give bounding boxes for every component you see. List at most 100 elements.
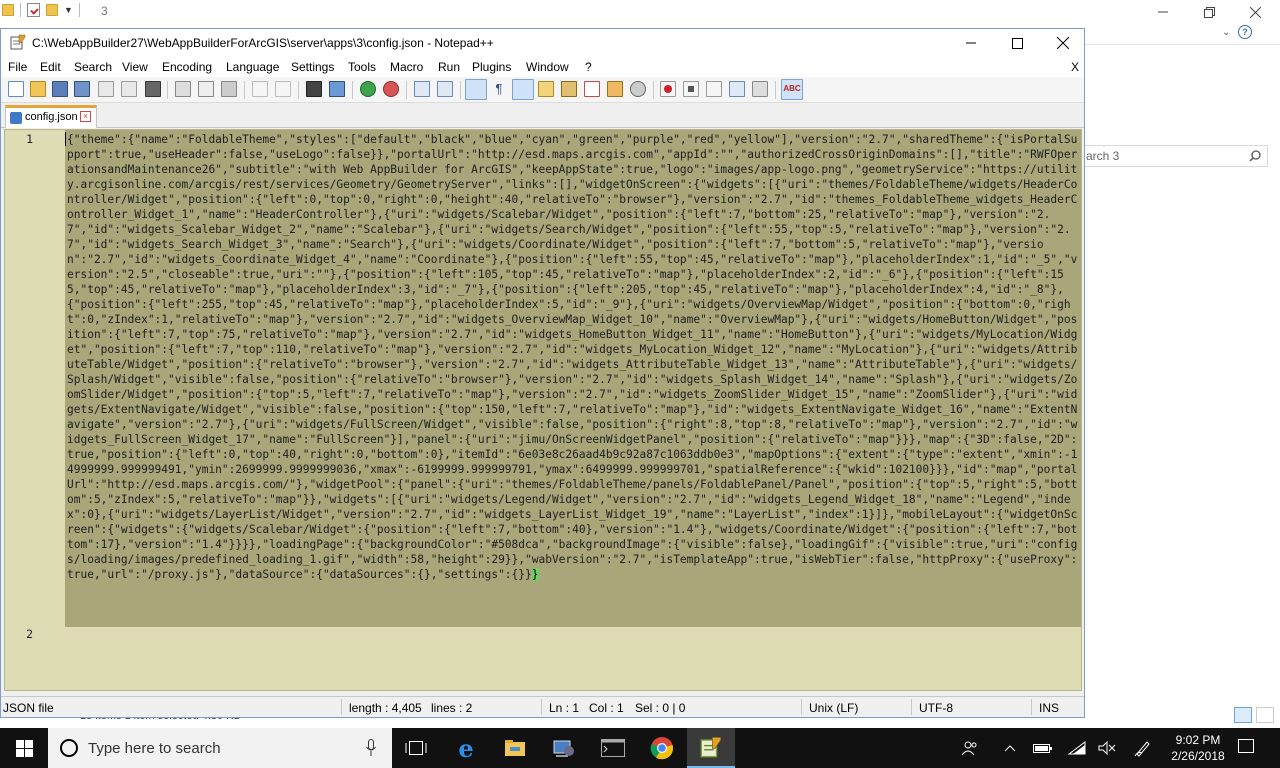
close-button[interactable] <box>1040 29 1086 57</box>
action-center-icon[interactable] <box>1238 739 1254 753</box>
close-all-icon[interactable] <box>121 81 137 97</box>
file-icon <box>10 112 22 124</box>
function-list-icon[interactable] <box>584 81 600 97</box>
menu-edit[interactable]: Edit <box>40 60 61 74</box>
save-icon[interactable] <box>52 81 68 97</box>
tab-config-json[interactable]: config.json × <box>5 105 97 128</box>
menu-plugins[interactable]: Plugins <box>472 60 511 74</box>
folder-icon[interactable] <box>2 4 14 16</box>
code-area[interactable]: {"theme":{"name":"FoldableTheme","styles… <box>65 130 1081 690</box>
zoom-out-icon[interactable] <box>383 81 399 97</box>
show-all-characters-icon[interactable]: ¶ <box>491 81 507 97</box>
menu-encoding[interactable]: Encoding <box>162 60 212 74</box>
close-file-icon[interactable] <box>98 81 114 97</box>
task-view-button[interactable] <box>392 728 440 768</box>
new-file-icon[interactable] <box>8 81 24 97</box>
maximize-icon <box>1011 37 1023 49</box>
help-icon[interactable]: ? <box>1238 25 1252 39</box>
properties-icon[interactable] <box>27 3 40 17</box>
wifi-icon[interactable] <box>1066 738 1088 758</box>
sync-vertical-icon[interactable] <box>414 81 430 97</box>
explorer-search-box[interactable]: arch 3 <box>1080 145 1268 167</box>
task-view-icon <box>405 741 427 755</box>
paste-icon[interactable] <box>221 81 237 97</box>
status-divider <box>911 699 912 715</box>
status-insert-mode[interactable]: INS <box>1039 701 1059 715</box>
monitoring-icon[interactable] <box>630 81 646 97</box>
spell-check-icon[interactable]: ABC <box>781 79 803 100</box>
menu-language[interactable]: Language <box>226 60 279 74</box>
text-caret <box>65 132 66 146</box>
menu-window[interactable]: Window <box>526 60 569 74</box>
people-icon[interactable] <box>960 738 980 758</box>
status-encoding[interactable]: UTF-8 <box>919 701 953 715</box>
taskbar-arcgis-app[interactable] <box>540 728 588 768</box>
print-icon[interactable] <box>145 81 161 97</box>
explorer-minimize-button[interactable] <box>1140 0 1186 24</box>
editor-area[interactable]: 1 2 {"theme":{"name":"FoldableTheme","st… <box>4 129 1082 691</box>
menu-file[interactable]: File <box>8 60 27 74</box>
menu-run[interactable]: Run <box>438 60 460 74</box>
minimize-icon <box>1158 11 1168 13</box>
word-wrap-icon[interactable] <box>465 79 487 100</box>
status-eol[interactable]: Unix (LF) <box>809 701 858 715</box>
redo-icon[interactable] <box>275 81 291 97</box>
details-view-icon[interactable] <box>1234 707 1252 723</box>
new-folder-icon[interactable] <box>46 4 58 16</box>
separator <box>78 3 80 17</box>
cut-icon[interactable] <box>175 81 191 97</box>
document-map-icon[interactable] <box>561 81 577 97</box>
record-macro-icon[interactable] <box>660 81 676 97</box>
microphone-icon[interactable] <box>366 739 376 757</box>
menu-view[interactable]: View <box>122 60 148 74</box>
taskbar-file-explorer[interactable] <box>491 728 539 768</box>
start-button[interactable] <box>0 728 48 768</box>
status-lines: lines : 2 <box>431 701 473 715</box>
user-defined-language-icon[interactable] <box>538 81 554 97</box>
menu-macro[interactable]: Macro <box>390 60 423 74</box>
folder-as-workspace-icon[interactable] <box>607 81 623 97</box>
taskbar-notepadpp[interactable] <box>687 728 735 768</box>
zoom-in-icon[interactable] <box>360 81 376 97</box>
taskbar-command-prompt[interactable] <box>589 728 637 768</box>
replace-icon[interactable] <box>329 81 345 97</box>
undo-icon[interactable] <box>252 81 268 97</box>
show-hidden-icons-chevron-icon[interactable] <box>1000 738 1020 758</box>
open-file-icon[interactable] <box>30 81 46 97</box>
tab-close-icon[interactable]: × <box>80 111 91 122</box>
command-prompt-icon <box>601 739 625 757</box>
pen-workspace-icon[interactable] <box>1132 738 1154 758</box>
stop-recording-icon[interactable] <box>683 81 699 97</box>
menu-tools[interactable]: Tools <box>348 60 376 74</box>
close-document-button[interactable]: X <box>1071 60 1079 74</box>
sync-horizontal-icon[interactable] <box>437 81 453 97</box>
chevron-up-icon <box>1004 745 1016 752</box>
run-macro-multiple-icon[interactable] <box>729 81 745 97</box>
status-file-type: JSON file <box>3 701 54 715</box>
status-length: length : 4,405 <box>349 701 422 715</box>
chevron-down-icon[interactable]: ▼ <box>64 5 73 15</box>
taskbar-chrome[interactable] <box>638 728 686 768</box>
taskbar-edge[interactable]: e <box>442 728 490 768</box>
minimize-button[interactable] <box>948 29 994 57</box>
explorer-close-button[interactable] <box>1232 0 1278 24</box>
copy-icon[interactable] <box>198 81 214 97</box>
save-macro-icon[interactable] <box>752 81 768 97</box>
system-clock[interactable]: 9:02 PM 2/26/2018 <box>1168 732 1228 764</box>
taskbar-search-box[interactable]: Type here to search <box>48 728 392 768</box>
menu-settings[interactable]: Settings <box>291 60 334 74</box>
battery-icon[interactable] <box>1032 738 1054 758</box>
volume-muted-icon[interactable] <box>1096 738 1118 758</box>
menu-search[interactable]: Search <box>74 60 112 74</box>
tab-bar: config.json × <box>1 104 1084 128</box>
find-icon[interactable] <box>306 81 322 97</box>
menu-help[interactable]: ? <box>585 60 592 74</box>
ribbon-expand-icon[interactable]: ⌄ <box>1222 27 1230 38</box>
large-icons-view-icon[interactable] <box>1256 707 1274 723</box>
indent-guide-icon[interactable] <box>512 79 534 100</box>
cortana-icon <box>60 739 78 757</box>
maximize-button[interactable] <box>994 29 1040 57</box>
playback-macro-icon[interactable] <box>706 81 722 97</box>
explorer-restore-button[interactable] <box>1186 0 1232 24</box>
save-all-icon[interactable] <box>74 81 90 97</box>
